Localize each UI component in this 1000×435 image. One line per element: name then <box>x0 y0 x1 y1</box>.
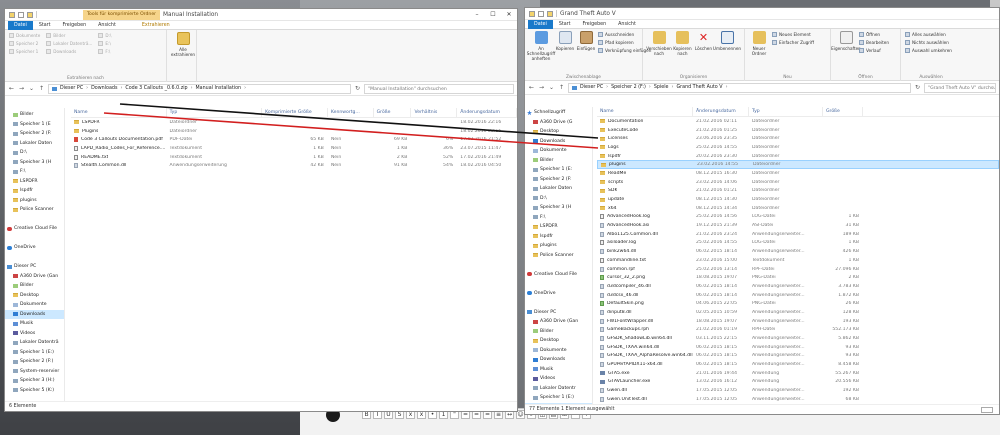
red-annotation-line <box>103 112 599 149</box>
black-annotation-line <box>119 103 599 139</box>
annotation-overlay <box>103 103 599 149</box>
